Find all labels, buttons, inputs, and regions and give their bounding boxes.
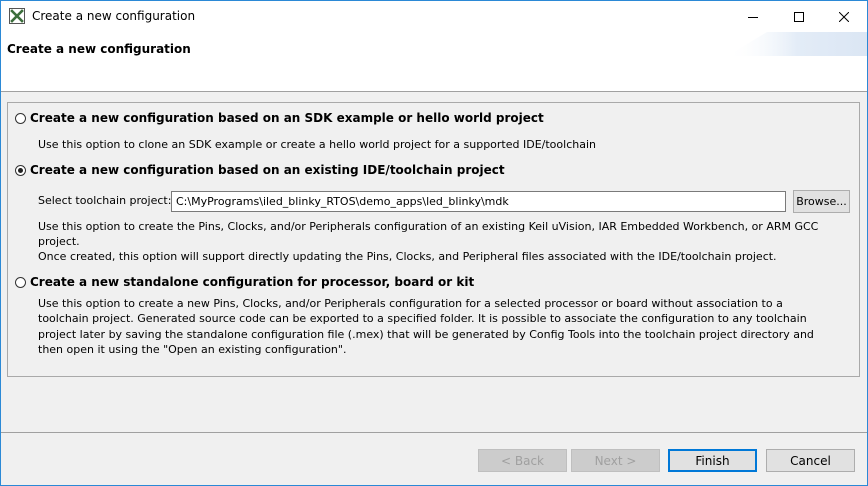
option-sdk-example-description: Use this option to clone an SDK example … xyxy=(38,138,596,151)
option-existing-toolchain-label[interactable]: Create a new configuration based on an e… xyxy=(30,163,505,177)
minimize-button[interactable] xyxy=(730,1,776,32)
close-icon xyxy=(839,11,849,22)
radio-existing-toolchain[interactable] xyxy=(15,165,26,176)
header-decoration xyxy=(727,32,867,56)
browse-button[interactable]: Browse... xyxy=(793,190,850,213)
next-button[interactable]: Next > xyxy=(571,449,660,472)
maximize-icon xyxy=(794,11,804,22)
maximize-button[interactable] xyxy=(776,1,822,32)
option-standalone-description: Use this option to create a new Pins, Cl… xyxy=(38,297,814,356)
app-x-icon xyxy=(9,8,25,24)
options-group: Create a new configuration based on an S… xyxy=(7,102,860,377)
minimize-icon xyxy=(748,16,758,18)
toolchain-project-input[interactable] xyxy=(171,191,786,212)
option-standalone-label[interactable]: Create a new standalone configuration fo… xyxy=(30,275,474,289)
wizard-header: Create a new configuration xyxy=(1,32,867,92)
option-existing-toolchain-description-1: Use this option to create the Pins, Cloc… xyxy=(38,220,819,249)
title-bar[interactable]: Create a new configuration xyxy=(1,1,867,32)
close-button[interactable] xyxy=(821,1,867,32)
option-sdk-example-label[interactable]: Create a new configuration based on an S… xyxy=(30,111,544,125)
cancel-button[interactable]: Cancel xyxy=(766,449,855,472)
radio-sdk-example[interactable] xyxy=(15,113,26,124)
window-title: Create a new configuration xyxy=(32,9,196,23)
footer-separator xyxy=(1,432,867,433)
option-existing-toolchain-description-2: Once created, this option will support d… xyxy=(38,250,777,263)
toolchain-project-label: Select toolchain project: xyxy=(38,194,172,207)
radio-standalone[interactable] xyxy=(15,277,26,288)
page-title: Create a new configuration xyxy=(7,42,191,56)
finish-button[interactable]: Finish xyxy=(668,449,757,472)
dialog-window: Create a new configuration Create a new … xyxy=(0,0,868,486)
back-button[interactable]: < Back xyxy=(478,449,567,472)
